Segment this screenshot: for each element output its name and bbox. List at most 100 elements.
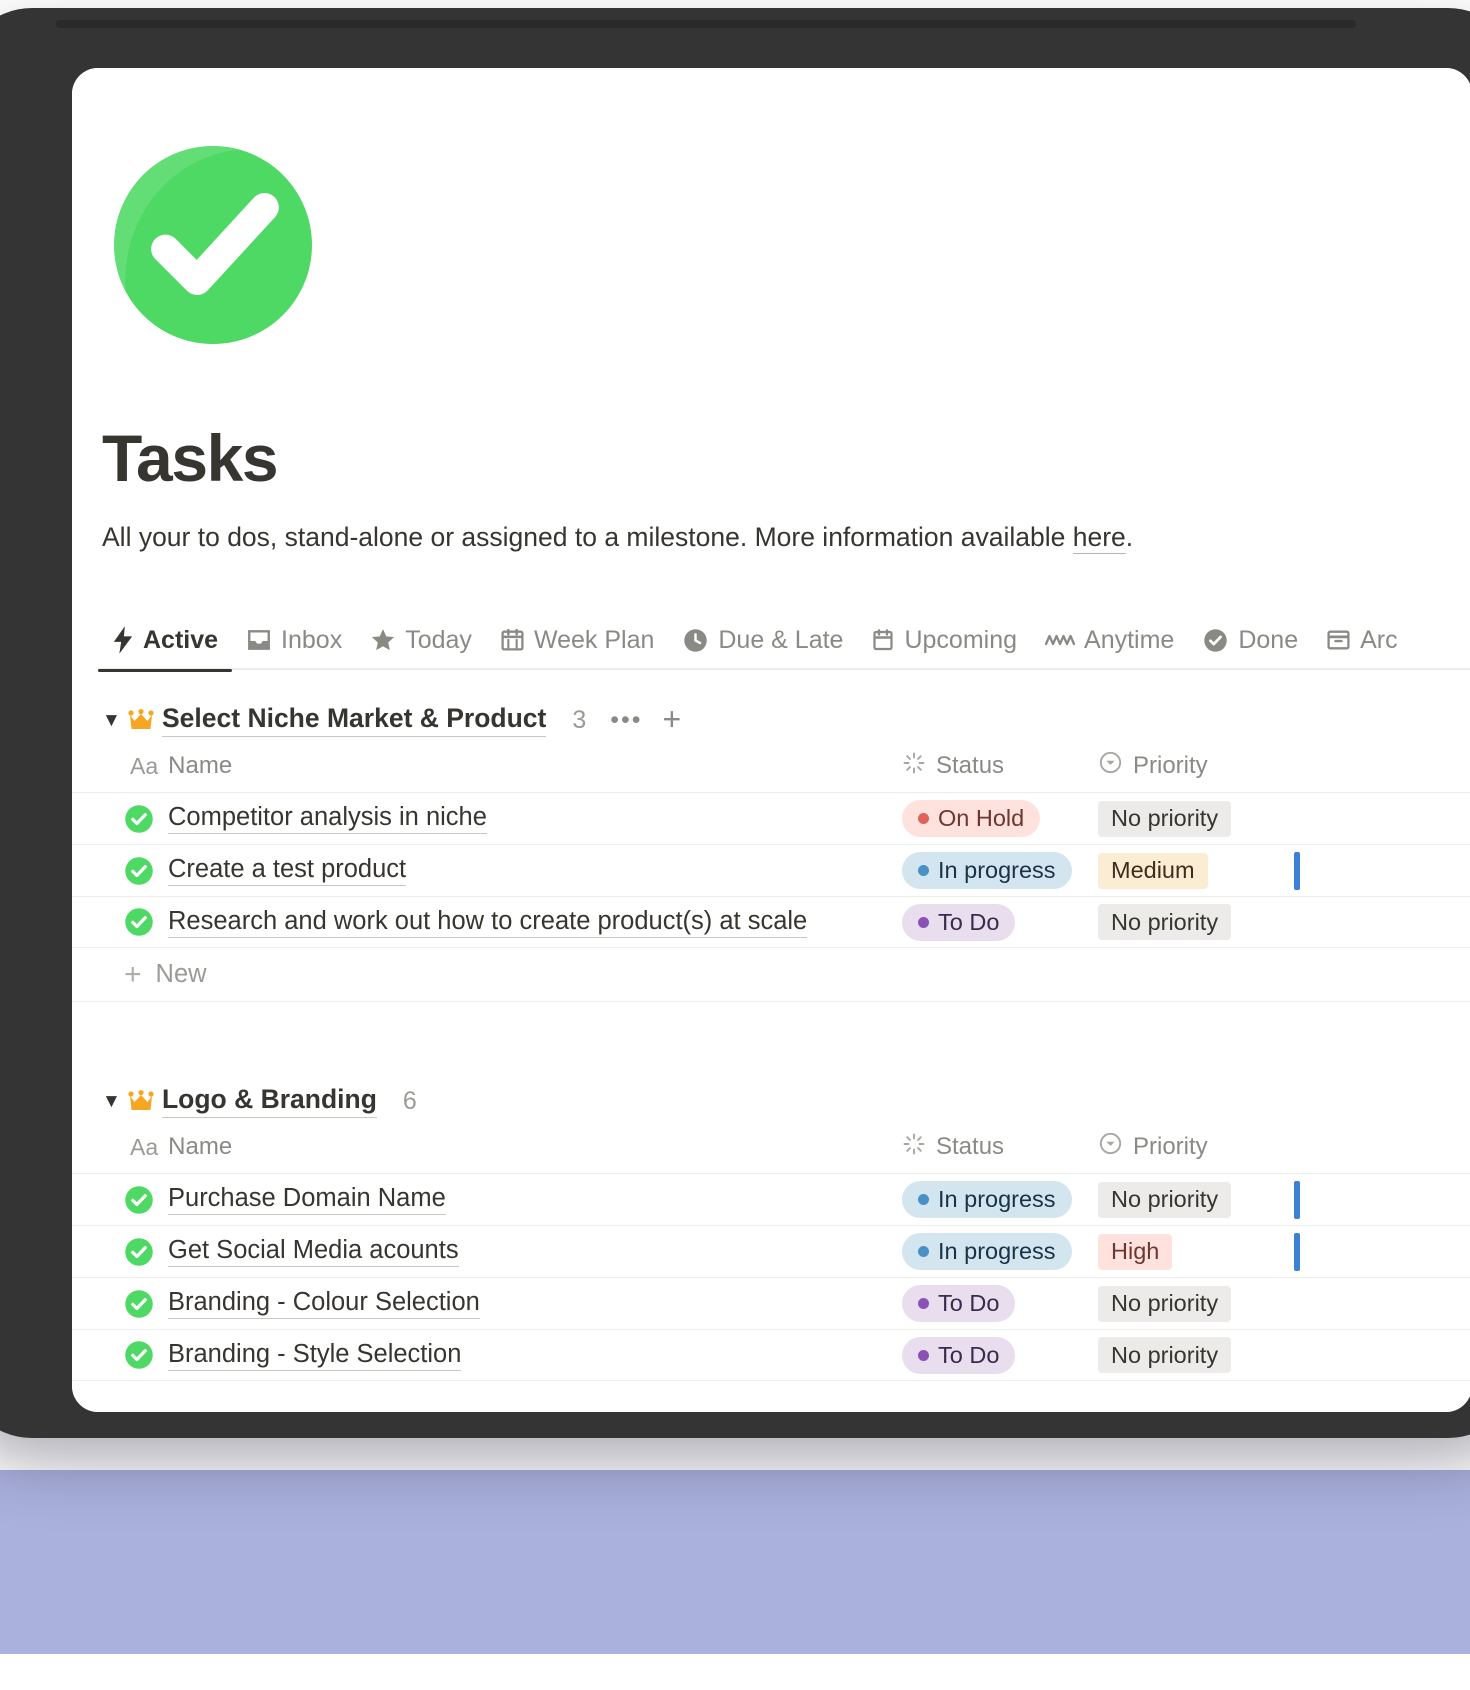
- row-status-cell[interactable]: In progress: [902, 852, 1098, 889]
- column-header-priority[interactable]: Priority: [1098, 1131, 1294, 1163]
- row-status-cell[interactable]: To Do: [902, 1336, 1098, 1374]
- group-title[interactable]: Select Niche Market & Product: [162, 703, 547, 737]
- green-check-circle-icon: [124, 1340, 154, 1370]
- table-row[interactable]: Create a test product In progress Medium: [72, 844, 1470, 896]
- column-header-name[interactable]: Aa Name: [102, 752, 902, 780]
- status-badge[interactable]: In progress: [902, 852, 1072, 889]
- row-name-cell[interactable]: Create a test product: [102, 855, 902, 886]
- table-row[interactable]: Branding - Style Selection To Do No prio…: [72, 1329, 1470, 1381]
- row-status-cell[interactable]: In progress: [902, 1233, 1098, 1270]
- row-name-cell[interactable]: Branding - Style Selection: [102, 1340, 902, 1371]
- status-badge[interactable]: In progress: [902, 1233, 1072, 1270]
- status-badge[interactable]: To Do: [902, 903, 1016, 941]
- task-title[interactable]: Branding - Colour Selection: [168, 1288, 480, 1319]
- green-check-circle-icon: [124, 1185, 154, 1215]
- group-more-button[interactable]: •••: [610, 707, 642, 732]
- task-title[interactable]: Competitor analysis in niche: [168, 803, 487, 834]
- tab-label: Done: [1238, 625, 1299, 654]
- green-check-circle-icon: [124, 804, 154, 834]
- tab-done[interactable]: Done: [1188, 620, 1312, 672]
- tab-due-and-late[interactable]: Due & Late: [668, 620, 857, 672]
- tab-label: Active: [143, 625, 219, 654]
- row-priority-cell[interactable]: Medium: [1098, 852, 1294, 889]
- green-check-circle-icon: [124, 1237, 154, 1267]
- priority-badge[interactable]: Medium: [1098, 852, 1208, 889]
- priority-badge[interactable]: No priority: [1098, 904, 1232, 940]
- table-row[interactable]: Competitor analysis in niche On Hold No …: [72, 792, 1470, 844]
- row-status-cell[interactable]: In progress: [902, 1181, 1098, 1218]
- row-extra-cell[interactable]: [1294, 1232, 1354, 1271]
- row-priority-cell[interactable]: High: [1098, 1233, 1294, 1270]
- table-header-row: Aa Name Status Priority: [72, 1121, 1470, 1173]
- device-screen: Tasks All your to dos, stand-alone or as…: [72, 68, 1470, 1412]
- row-name-cell[interactable]: Competitor analysis in niche: [102, 803, 902, 834]
- add-new-task-row[interactable]: + New: [72, 948, 1470, 1002]
- priority-badge[interactable]: No priority: [1098, 1181, 1232, 1218]
- table-row[interactable]: Research and work out how to create prod…: [72, 896, 1470, 948]
- column-header-name[interactable]: Aa Name: [102, 1133, 902, 1161]
- status-dot-icon: [918, 1194, 929, 1205]
- plus-icon: +: [124, 957, 142, 991]
- tab-active[interactable]: Active: [98, 620, 233, 672]
- row-name-cell[interactable]: Research and work out how to create prod…: [102, 907, 902, 938]
- green-check-circle-icon: [124, 907, 154, 937]
- column-label: Priority: [1133, 752, 1208, 779]
- row-extra-cell[interactable]: [1294, 851, 1354, 890]
- priority-badge[interactable]: No priority: [1098, 1337, 1232, 1373]
- group-header[interactable]: ▼ Logo & Branding 6: [72, 1081, 1470, 1121]
- table-row[interactable]: Get Social Media acounts In progress Hig…: [72, 1225, 1470, 1277]
- task-title[interactable]: Create a test product: [168, 855, 407, 886]
- tab-archive[interactable]: Arc: [1312, 620, 1412, 672]
- row-name-cell[interactable]: Purchase Domain Name: [102, 1184, 902, 1215]
- row-priority-cell[interactable]: No priority: [1098, 1285, 1294, 1322]
- row-status-cell[interactable]: To Do: [902, 903, 1098, 941]
- row-priority-cell[interactable]: No priority: [1098, 904, 1294, 940]
- column-header-priority[interactable]: Priority: [1098, 750, 1294, 782]
- task-table: Aa Name Status: [72, 740, 1470, 1002]
- task-title[interactable]: Get Social Media acounts: [168, 1236, 459, 1267]
- backdrop-lavender-band: [0, 1470, 1470, 1690]
- row-name-cell[interactable]: Get Social Media acounts: [102, 1236, 902, 1267]
- task-title[interactable]: Research and work out how to create prod…: [168, 907, 808, 938]
- tab-inbox[interactable]: Inbox: [232, 620, 356, 672]
- crown-emoji: [128, 1090, 162, 1112]
- green-check-circle-icon: [124, 856, 154, 886]
- here-link[interactable]: here: [1072, 522, 1126, 554]
- table-row[interactable]: Branding - Colour Selection To Do No pri…: [72, 1277, 1470, 1329]
- row-status-cell[interactable]: To Do: [902, 1285, 1098, 1322]
- status-badge[interactable]: On Hold: [902, 800, 1041, 837]
- group-add-button[interactable]: +: [663, 703, 682, 735]
- tab-week-plan[interactable]: Week Plan: [486, 620, 668, 672]
- priority-badge[interactable]: High: [1098, 1233, 1173, 1270]
- collapse-caret-icon[interactable]: ▼: [102, 1092, 128, 1111]
- status-badge[interactable]: To Do: [902, 1285, 1016, 1322]
- status-badge[interactable]: To Do: [902, 1336, 1016, 1374]
- row-status-cell[interactable]: On Hold: [902, 800, 1098, 837]
- row-name-cell[interactable]: Branding - Colour Selection: [102, 1288, 902, 1319]
- lightning-bolt-icon: [112, 626, 134, 654]
- task-title[interactable]: Purchase Domain Name: [168, 1184, 446, 1215]
- group-title[interactable]: Logo & Branding: [162, 1084, 377, 1118]
- tab-today[interactable]: Today: [356, 620, 486, 672]
- group-header[interactable]: ▼ Select Niche Market & Product 3 ••• +: [72, 700, 1470, 740]
- column-label: Status: [936, 752, 1005, 779]
- priority-badge[interactable]: No priority: [1098, 1285, 1232, 1322]
- status-badge[interactable]: In progress: [902, 1181, 1072, 1218]
- task-title[interactable]: Branding - Style Selection: [168, 1340, 462, 1371]
- row-priority-cell[interactable]: No priority: [1098, 1181, 1294, 1218]
- priority-badge[interactable]: No priority: [1098, 800, 1232, 837]
- status-label: To Do: [938, 908, 1000, 935]
- row-priority-cell[interactable]: No priority: [1098, 1337, 1294, 1373]
- row-extra-cell[interactable]: [1294, 1180, 1354, 1219]
- column-header-status[interactable]: Status: [902, 1132, 1098, 1163]
- column-label: Status: [936, 1133, 1005, 1160]
- table-row[interactable]: Purchase Domain Name In progress No prio…: [72, 1173, 1470, 1225]
- tab-anytime[interactable]: Anytime: [1031, 620, 1188, 672]
- page-title: Tasks: [102, 421, 279, 495]
- tab-upcoming[interactable]: Upcoming: [857, 620, 1031, 672]
- collapse-caret-icon[interactable]: ▼: [102, 711, 128, 730]
- column-header-status[interactable]: Status: [902, 751, 1098, 782]
- star-icon: [370, 627, 396, 653]
- device-speaker-grille: [56, 20, 1356, 28]
- row-priority-cell[interactable]: No priority: [1098, 800, 1294, 837]
